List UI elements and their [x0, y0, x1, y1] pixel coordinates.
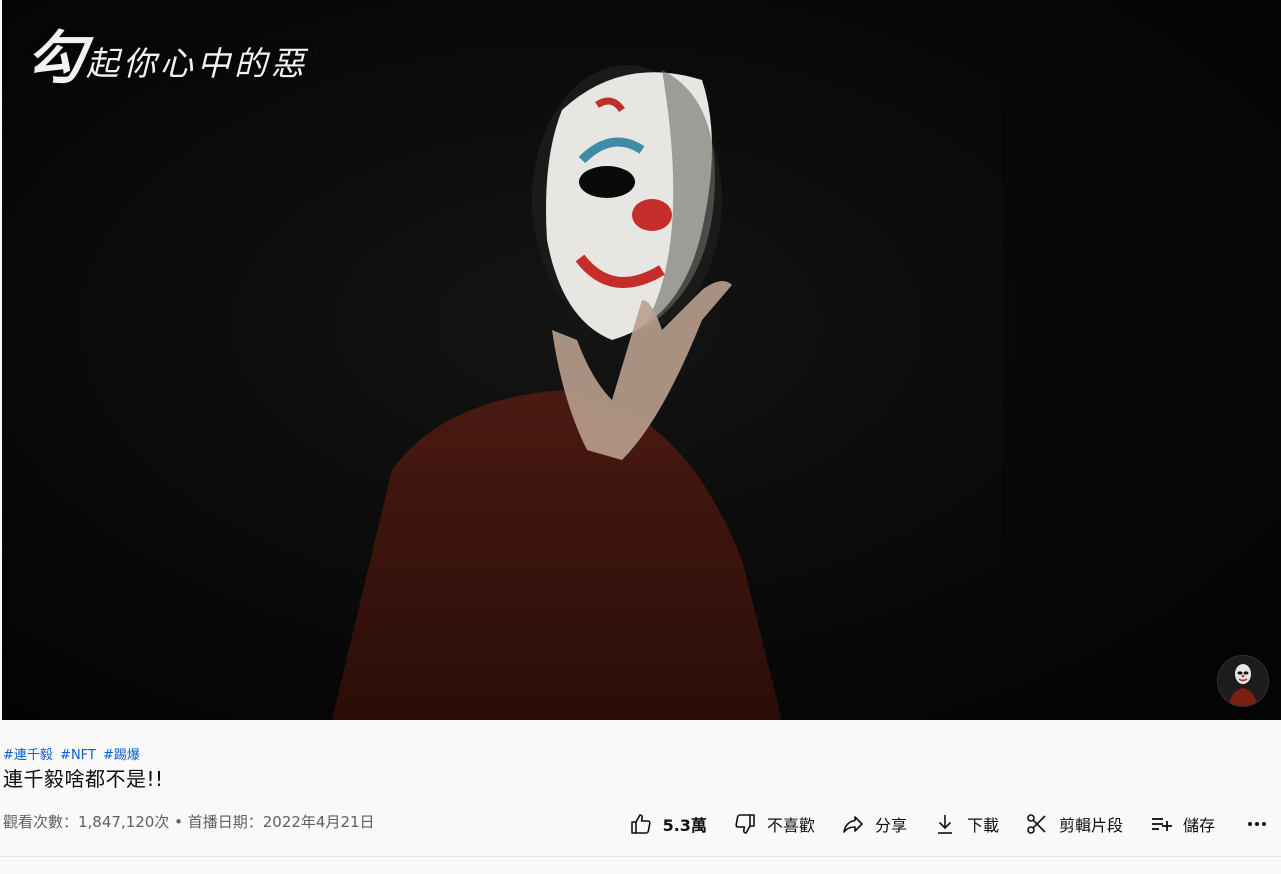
like-count: 5.3萬 [662, 816, 707, 835]
watermark-text: 起你心中的惡 [86, 44, 309, 83]
joker-avatar-icon [1218, 656, 1268, 706]
share-button[interactable]: 分享 [833, 806, 915, 842]
more-actions-button[interactable] [1241, 806, 1273, 842]
view-count: 觀看次數：1,847,120次 [3, 813, 170, 831]
dislike-label: 不喜歡 [766, 816, 815, 835]
playlist-add-icon [1151, 818, 1172, 831]
save-label: 儲存 [1182, 816, 1215, 835]
more-horizontal-icon [1248, 822, 1266, 826]
video-title: 連千毅啥都不是!! [3, 767, 164, 791]
share-arrow-icon [843, 816, 863, 833]
download-label: 下載 [966, 816, 999, 835]
premiere-date: 首播日期：2022年4月21日 [187, 813, 375, 831]
clip-label: 剪輯片段 [1058, 816, 1123, 835]
dislike-button[interactable]: 不喜歡 [725, 806, 823, 842]
video-meta: 觀看次數：1,847,120次 • 首播日期：2022年4月21日 [3, 811, 375, 832]
hashtag-link[interactable]: #踢爆 [103, 748, 140, 763]
download-icon [937, 815, 952, 834]
save-button[interactable]: 儲存 [1141, 806, 1223, 842]
section-divider [0, 856, 1281, 857]
like-button[interactable]: 5.3萬 [621, 806, 715, 842]
hashtag-list: #連千毅 #NFT #踢爆 [3, 744, 143, 763]
video-frame [2, 0, 1281, 720]
scissors-icon [1027, 814, 1046, 834]
video-player[interactable]: 勾 起你心中的惡 [2, 0, 1281, 720]
meta-separator: • [169, 813, 188, 831]
thumbs-up-icon [630, 814, 651, 834]
clip-button[interactable]: 剪輯片段 [1017, 806, 1131, 842]
watermark-glyph: 勾 [21, 24, 89, 92]
hashtag-link[interactable]: #NFT [60, 748, 96, 763]
channel-watermark: 勾 起你心中的惡 [21, 24, 309, 92]
hashtag-link[interactable]: #連千毅 [3, 748, 53, 763]
download-button[interactable]: 下載 [925, 806, 1007, 842]
thumbs-down-icon [735, 814, 755, 834]
action-bar: 5.3萬 不喜歡 分享 下載 剪輯片段 儲存 [611, 806, 1273, 842]
channel-branding-avatar[interactable] [1217, 655, 1269, 707]
share-label: 分享 [874, 816, 907, 835]
